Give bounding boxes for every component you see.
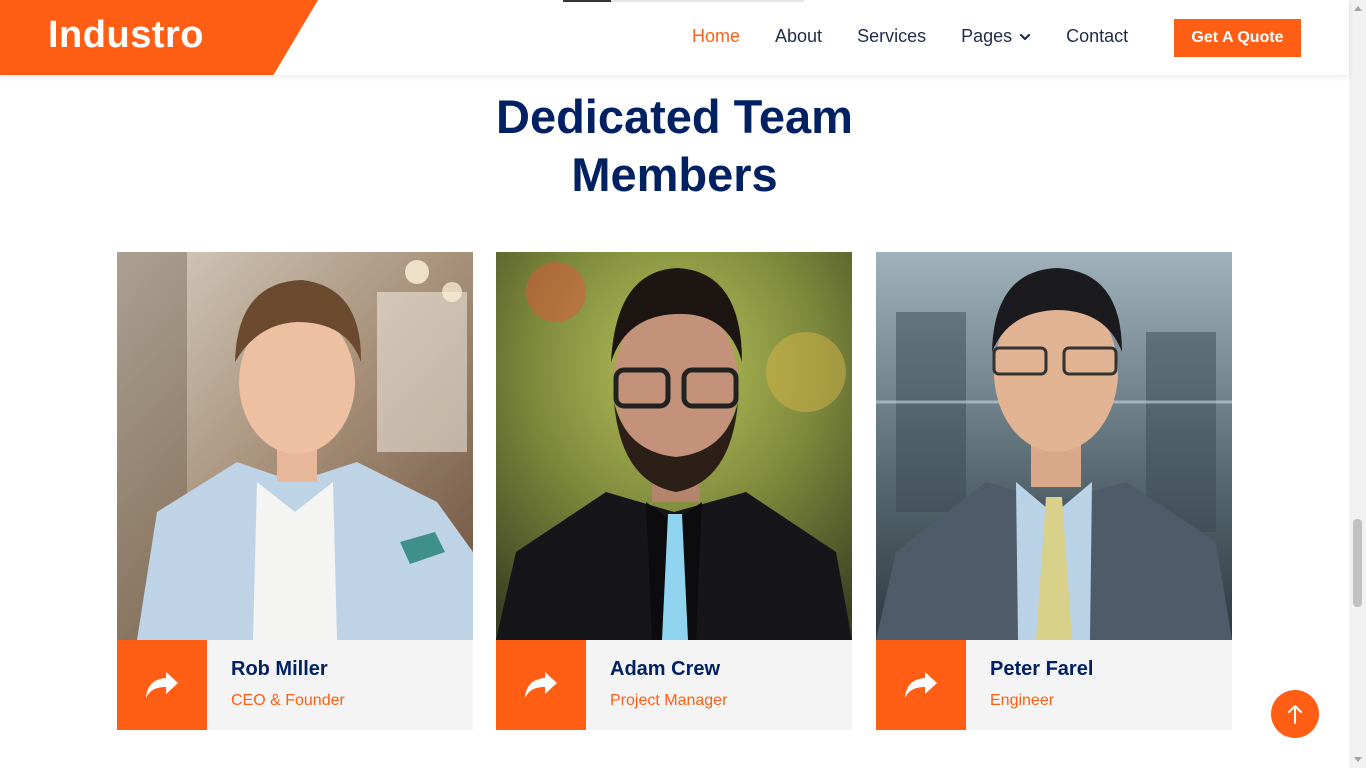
share-button[interactable]: [496, 640, 586, 730]
brand-logo[interactable]: Industro: [0, 0, 318, 75]
team-member-photo: [117, 252, 473, 640]
get-quote-button[interactable]: Get A Quote: [1174, 19, 1301, 57]
nav-contact[interactable]: Contact: [1066, 26, 1128, 47]
nav-pages-label: Pages: [961, 26, 1013, 46]
team-info: Adam Crew Project Manager: [496, 640, 852, 730]
team-info: Peter Farel Engineer: [876, 640, 1232, 730]
member-role: CEO & Founder: [231, 692, 345, 709]
scrollbar-thumb[interactable]: [1353, 519, 1362, 607]
team-info: Rob Miller CEO & Founder: [117, 640, 473, 730]
team-card: Peter Farel Engineer: [876, 252, 1232, 730]
share-icon: [905, 672, 937, 698]
share-button[interactable]: [117, 640, 207, 730]
nav-services[interactable]: Services: [857, 26, 926, 47]
share-icon: [525, 672, 557, 698]
scroll-down-arrow-icon[interactable]: [1349, 751, 1366, 768]
brand-name[interactable]: Industro: [48, 14, 204, 57]
section-title: Dedicated Team Members: [0, 88, 1349, 204]
back-to-top-button[interactable]: [1271, 690, 1319, 738]
navbar: Industro Home About Services Pages Conta…: [0, 0, 1349, 75]
nav-pages[interactable]: Pages: [961, 26, 1031, 47]
member-role: Engineer: [990, 692, 1055, 709]
member-role: Project Manager: [610, 692, 728, 709]
page-scrollbar[interactable]: [1349, 0, 1366, 768]
share-icon: [146, 672, 178, 698]
main-nav: Home About Services Pages Contact: [692, 26, 1163, 47]
member-name: Rob Miller: [231, 658, 328, 680]
team-card: Rob Miller CEO & Founder: [117, 252, 473, 730]
share-button[interactable]: [876, 640, 966, 730]
page-loader-line: [563, 0, 804, 2]
member-name: Adam Crew: [610, 658, 721, 680]
team-member-photo: [496, 252, 852, 640]
member-name: Peter Farel: [990, 658, 1094, 680]
scroll-up-arrow-icon[interactable]: [1349, 0, 1366, 17]
nav-home[interactable]: Home: [692, 26, 740, 47]
arrow-up-icon: [1288, 705, 1302, 724]
chevron-down-icon: [1020, 33, 1031, 40]
team-member-photo: [876, 252, 1232, 640]
section-title-line1: Dedicated Team: [496, 90, 853, 143]
team-card: Adam Crew Project Manager: [496, 252, 852, 730]
nav-about[interactable]: About: [775, 26, 822, 47]
section-title-line2: Members: [571, 148, 778, 201]
